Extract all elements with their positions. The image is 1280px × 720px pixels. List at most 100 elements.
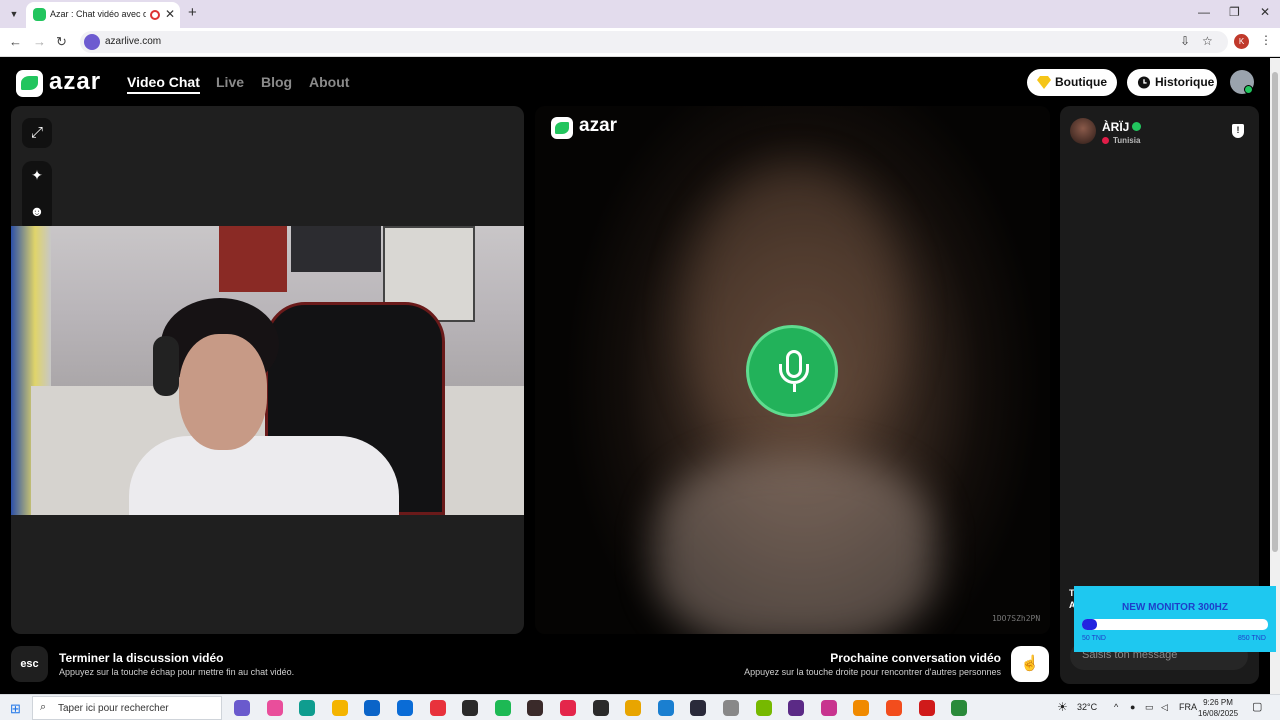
volume-icon[interactable]: ◁ [1161,702,1168,713]
vlc-icon[interactable] [853,700,870,716]
opera-icon[interactable] [429,700,446,716]
spotify-icon[interactable] [494,700,511,716]
ad-progress-track: 7 [1082,619,1268,630]
self-camera-feed [11,226,524,515]
close-window-icon[interactable]: ✕ [1260,5,1270,19]
windows-start-icon[interactable]: ⊞ [10,701,21,717]
steam-icon[interactable] [462,700,479,716]
outlook-icon[interactable] [397,700,413,716]
copilot-alt-icon[interactable] [266,700,283,716]
microphone-tray-icon[interactable]: ● [1130,702,1135,712]
azar-logo-text[interactable]: azar [49,68,101,96]
cast-icon[interactable] [918,700,935,716]
profile-avatar[interactable]: K [1234,34,1249,49]
next-chat-button[interactable]: ☝ [1011,646,1049,682]
taskbar-search[interactable]: ⌕ Taper ici pour rechercher [32,696,222,720]
weather-icon[interactable]: ☀ [1057,700,1068,714]
tray-chevron-icon[interactable]: ^ [1114,702,1118,712]
chrome-icon[interactable] [625,700,642,716]
partner-name: ÀRÏJ [1102,120,1130,134]
clock-icon [1137,76,1151,89]
self-video-panel: ⤢ ✦ ☻ [11,106,524,634]
sparkle-effects-icon[interactable]: ✦ [22,167,52,184]
tab-search-chevron-icon[interactable]: ▼ [6,6,22,22]
effects-toolbar: ✦ ☻ [22,161,52,233]
nav-video-chat[interactable]: Video Chat [127,74,200,94]
microphone-icon [746,325,838,417]
file-explorer-icon[interactable] [331,700,348,716]
edge-icon[interactable] [299,700,316,716]
partner-avatar[interactable] [1070,118,1096,144]
language-indicator[interactable]: FRA [1179,702,1197,712]
search-icon: ⌕ [40,701,47,713]
nav-live[interactable]: Live [216,74,244,90]
azar-favicon-icon [33,8,46,21]
nvidia-icon[interactable] [755,700,772,716]
sticker-face-icon[interactable]: ☻ [22,203,52,219]
brave-icon[interactable] [886,700,902,716]
clock[interactable]: 9:26 PM 16/08/2025 [1198,697,1238,719]
minimize-icon[interactable]: — [1198,5,1210,19]
site-info-icon[interactable] [84,34,100,50]
photos-icon[interactable] [788,700,805,716]
history-label: Historique [1155,75,1215,89]
monitor-ad[interactable]: NEW MONITOR 300HZ 7 50 TND 850 TND [1074,586,1276,652]
bookmark-star-icon[interactable]: ☆ [1202,34,1213,48]
history-button[interactable]: Historique [1127,69,1217,96]
browser-menu-icon[interactable]: ⋮ [1260,33,1272,47]
new-tab-button[interactable]: + [188,4,197,21]
tab-title: Azar : Chat vidéo avec de n [50,9,146,19]
next-chat-subtitle: Appuyez sur la touche droite pour rencon… [744,667,1001,677]
country-flag-icon [1102,137,1109,144]
copilot-icon[interactable] [234,700,250,716]
install-app-icon[interactable]: ⇩ [1180,34,1190,48]
clock-time: 9:26 PM [1203,698,1233,707]
partner-country: Tunisia [1113,136,1141,145]
reload-icon[interactable]: ↻ [56,34,67,50]
expand-icon[interactable]: ⤢ [22,118,52,148]
partner-video-panel: azar 1DO7SZh2PN [535,106,1050,634]
nav-about[interactable]: About [309,74,349,90]
azar-logo-icon[interactable] [16,70,43,97]
tab-close-icon[interactable]: ✕ [165,7,175,21]
settings-icon[interactable] [723,700,739,716]
azar-watermark-icon [551,117,573,139]
nav-blog[interactable]: Blog [261,74,292,90]
browser-tab-bar: ▼ Azar : Chat vidéo avec de n ✕ + — ❐ ✕ [0,0,1280,28]
recording-indicator-icon [150,10,160,20]
network-icon[interactable]: ▭ [1145,702,1154,713]
boutique-button[interactable]: Boutique [1027,69,1117,96]
notifications-icon[interactable]: ▢ [1252,700,1262,713]
ad-min-label: 50 TND [1082,635,1106,642]
end-chat-subtitle: Appuyez sur la touche échap pour mettre … [59,667,295,677]
ad-progress-value: 7 [1100,619,1105,628]
boutique-label: Boutique [1055,75,1107,89]
ad-max-label: 850 TND [1238,635,1266,642]
chrome-active-icon[interactable] [951,700,968,716]
report-shield-icon[interactable]: ! [1232,124,1244,138]
taskbar-search-placeholder: Taper ici pour rechercher [58,703,169,714]
scrollbar-thumb[interactable] [1272,72,1278,552]
browser-tab-azar[interactable]: Azar : Chat vidéo avec de n ✕ [26,2,180,28]
pointer-hand-icon: ☝ [1020,655,1040,672]
forward-icon[interactable]: → [33,34,46,49]
instagram-icon[interactable] [820,700,837,716]
store-icon[interactable] [364,700,381,716]
obs-icon[interactable] [690,700,707,716]
next-chat-title: Prochaine conversation vidéo [830,651,1001,665]
azar-watermark-text: azar [579,115,618,136]
end-chat-key-button[interactable]: esc [11,646,48,682]
end-chat-title: Terminer la discussion vidéo [59,651,224,665]
address-bar[interactable]: azarlive.com ⇩ ☆ [80,31,1228,53]
back-icon[interactable]: ← [9,34,22,49]
restore-icon[interactable]: ❐ [1229,5,1240,19]
vscode-icon[interactable] [657,700,674,716]
url-text: azarlive.com [105,36,162,47]
temperature[interactable]: 32°C [1077,702,1097,712]
capcut-icon[interactable] [527,700,544,716]
clock-date: 16/08/2025 [1198,709,1239,718]
windows-taskbar: ⊞ ⌕ Taper ici pour rechercher ☀ 32°C ^ ●… [0,694,1280,720]
capcut-alt-icon[interactable] [592,700,609,716]
tiktok-icon[interactable] [560,700,576,716]
stream-id: 1DO7SZh2PN [992,614,1041,623]
